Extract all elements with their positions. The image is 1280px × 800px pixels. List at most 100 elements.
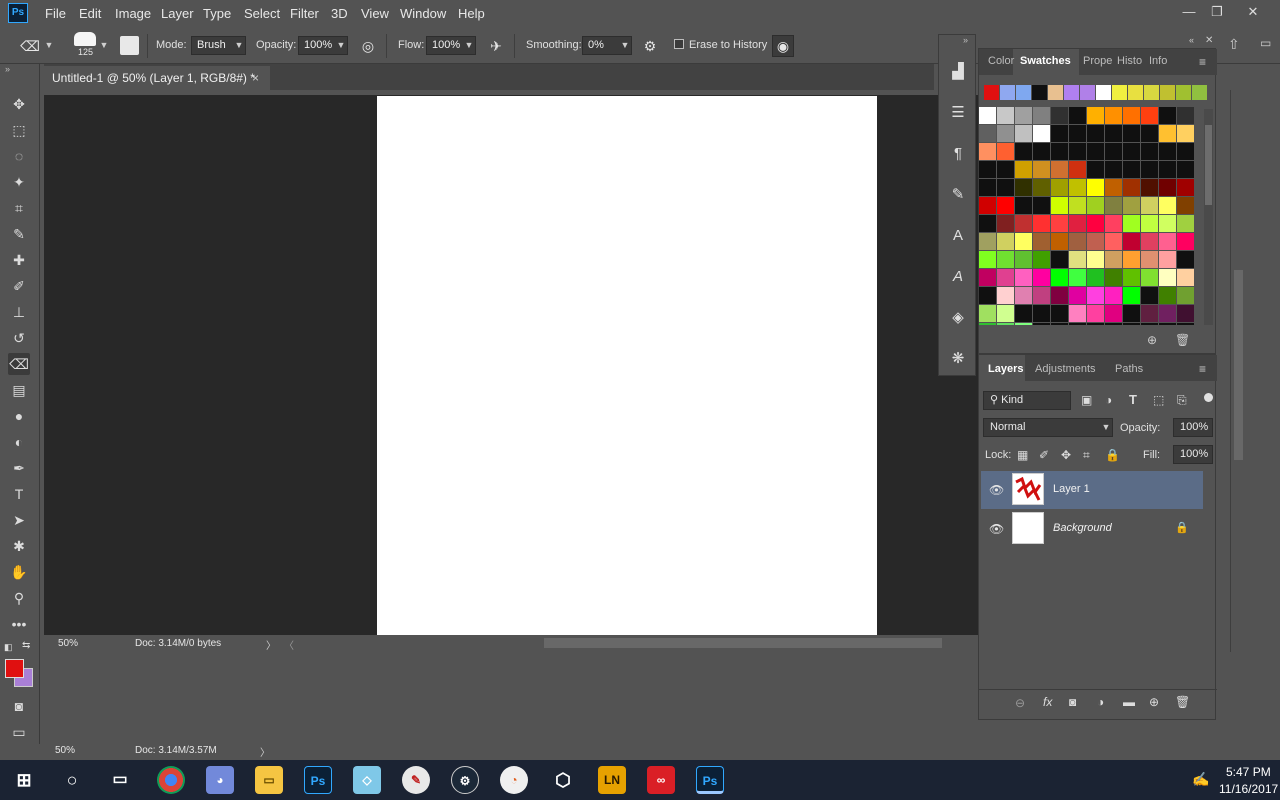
close-tab-icon[interactable]: × — [252, 66, 259, 90]
lasso-tool-icon[interactable]: ◌ — [8, 145, 30, 167]
quick-mask-icon[interactable]: ◙ — [8, 695, 30, 717]
tab-color[interactable]: Color — [988, 55, 1014, 67]
swatch-cell[interactable] — [1087, 251, 1104, 268]
lock-image-icon[interactable]: ✐ — [1039, 448, 1049, 462]
scroll-left-icon[interactable]: 〈 — [284, 637, 294, 652]
tab-paths[interactable]: Paths — [1115, 363, 1143, 375]
swatch-cell[interactable] — [1177, 233, 1194, 250]
3d-cube-icon[interactable]: ◈ — [944, 305, 972, 331]
add-mask-icon[interactable]: ◙ — [1069, 695, 1076, 709]
swatch-cell[interactable] — [1105, 161, 1122, 178]
delete-layer-icon[interactable]: 🗑 — [1175, 695, 1190, 709]
link-layers-icon[interactable]: ⊖ — [1015, 696, 1025, 710]
vertical-scrollbar-thumb[interactable] — [1234, 270, 1243, 460]
recent-swatch[interactable] — [1096, 85, 1111, 100]
delete-swatch-icon[interactable]: 🗑 — [1175, 333, 1190, 347]
swatch-cell[interactable] — [1159, 143, 1176, 160]
swatch-cell[interactable] — [1087, 179, 1104, 196]
lock-position-icon[interactable]: ✥ — [1061, 448, 1071, 462]
properties-wheel-icon[interactable]: ❋ — [944, 346, 972, 372]
swatch-cell[interactable] — [1141, 323, 1158, 325]
krita-icon[interactable]: ✎ — [402, 766, 430, 794]
paragraph-icon[interactable]: ¶ — [944, 141, 972, 167]
swatch-cell[interactable] — [1105, 125, 1122, 142]
recent-swatch[interactable] — [1160, 85, 1175, 100]
swatch-cell[interactable] — [1159, 269, 1176, 286]
tab-info[interactable]: Info — [1149, 55, 1167, 67]
swatch-cell[interactable] — [1087, 143, 1104, 160]
tab-histogram[interactable]: Histo — [1117, 55, 1142, 67]
menu-image[interactable]: Image — [115, 6, 151, 21]
swatch-cell[interactable] — [997, 197, 1014, 214]
airbrush-icon[interactable]: ✈ — [486, 36, 506, 56]
recent-swatch[interactable] — [1064, 85, 1079, 100]
collapse-toolbar-icon[interactable]: » — [5, 64, 10, 74]
swatch-cell[interactable] — [1123, 107, 1140, 124]
filter-type-icon[interactable]: T — [1129, 392, 1137, 407]
swatch-cell[interactable] — [1033, 233, 1050, 250]
magic-wand-tool-icon[interactable]: ✦ — [8, 171, 30, 193]
filter-pixel-icon[interactable]: ▣ — [1081, 393, 1092, 407]
swatch-cell[interactable] — [1015, 107, 1032, 124]
swatch-cell[interactable] — [1069, 287, 1086, 304]
path-selection-tool-icon[interactable]: ➤ — [8, 509, 30, 531]
paint-icon[interactable]: ◔ — [500, 766, 528, 794]
share-icon[interactable]: ⇧ — [1228, 36, 1240, 53]
recent-swatch[interactable] — [1032, 85, 1047, 100]
swatch-cell[interactable] — [1159, 287, 1176, 304]
brush-preview-icon[interactable] — [74, 32, 96, 46]
close-window-button[interactable]: ✕ — [1241, 3, 1265, 21]
fx-icon[interactable]: fx — [1043, 695, 1052, 709]
menu-view[interactable]: View — [361, 6, 389, 21]
swatch-cell[interactable] — [1123, 215, 1140, 232]
swatch-cell[interactable] — [1051, 215, 1068, 232]
swatch-cell[interactable] — [979, 197, 996, 214]
type-tool-icon[interactable]: T — [8, 483, 30, 505]
swatch-cell[interactable] — [1051, 197, 1068, 214]
panel-menu-icon[interactable]: ≡ — [1199, 55, 1206, 69]
new-adjustment-icon[interactable]: ◑ — [1097, 695, 1104, 709]
file-explorer-icon[interactable]: ▭ — [255, 766, 283, 794]
menu-edit[interactable]: Edit — [79, 6, 101, 21]
status-menu-arrow-icon[interactable]: 〉 — [266, 637, 276, 652]
minimize-button[interactable]: — — [1177, 3, 1201, 21]
expand-panels-icon[interactable]: » — [963, 35, 968, 45]
swatch-cell[interactable] — [1159, 161, 1176, 178]
swatch-cell[interactable] — [1069, 125, 1086, 142]
swatch-cell[interactable] — [1123, 233, 1140, 250]
swatch-cell[interactable] — [1033, 125, 1050, 142]
discord-icon[interactable]: ◕ — [206, 766, 234, 794]
swatch-cell[interactable] — [1051, 107, 1068, 124]
menu-select[interactable]: Select — [244, 6, 280, 21]
panel-menu-icon[interactable]: ≡ — [1199, 362, 1206, 376]
vertical-scrollbar[interactable] — [1230, 90, 1246, 652]
unity-icon[interactable]: ⬡ — [549, 766, 577, 794]
document-tab[interactable]: Untitled-1 @ 50% (Layer 1, RGB/8#) * × — [44, 66, 270, 90]
photoshop-taskbar-icon[interactable]: Ps — [304, 766, 332, 794]
menu-filter[interactable]: Filter — [290, 6, 319, 21]
swatch-cell[interactable] — [1033, 305, 1050, 322]
recent-swatch[interactable] — [1176, 85, 1191, 100]
zoom-tool-icon[interactable]: ⚲ — [8, 587, 30, 609]
erase-history-checkbox[interactable] — [674, 39, 684, 49]
swatch-cell[interactable] — [1069, 107, 1086, 124]
swatch-cell[interactable] — [1033, 287, 1050, 304]
lock-all-icon[interactable]: 🔒 — [1105, 448, 1120, 462]
swatch-cell[interactable] — [997, 287, 1014, 304]
swatch-cell[interactable] — [1033, 269, 1050, 286]
swatch-cell[interactable] — [1177, 197, 1194, 214]
swatch-cell[interactable] — [979, 179, 996, 196]
swatch-cell[interactable] — [979, 251, 996, 268]
swatch-cell[interactable] — [1105, 215, 1122, 232]
swatch-cell[interactable] — [979, 287, 996, 304]
swatch-cell[interactable] — [1159, 251, 1176, 268]
swatch-cell[interactable] — [1159, 233, 1176, 250]
swatch-cell[interactable] — [1087, 197, 1104, 214]
collapse-panel-icon[interactable]: « — [1189, 35, 1194, 45]
swatch-cell[interactable] — [1123, 305, 1140, 322]
swatch-cell[interactable] — [1177, 251, 1194, 268]
swatch-cell[interactable] — [1159, 107, 1176, 124]
swatch-cell[interactable] — [1141, 215, 1158, 232]
search-icon[interactable]: ○ — [58, 766, 86, 794]
swatch-cell[interactable] — [1123, 143, 1140, 160]
